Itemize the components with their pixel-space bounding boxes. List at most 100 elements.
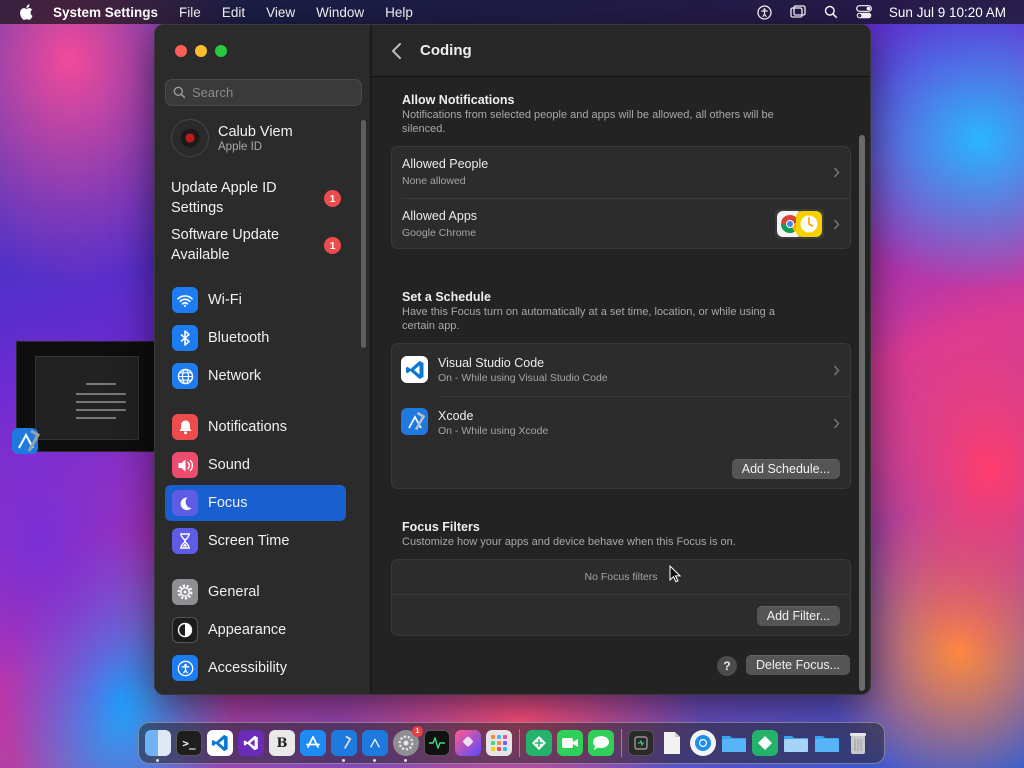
help-button[interactable]: ? [717, 656, 737, 676]
folder-icon[interactable] [721, 730, 747, 756]
sidebar-item-notifications[interactable]: Notifications [165, 409, 346, 445]
sidebar-scrollbar[interactable] [361, 120, 366, 348]
sidebar-item-label: Screen Time [208, 533, 290, 549]
document-icon[interactable] [659, 730, 685, 756]
allowed-apps-row[interactable]: Allowed Apps Google Chrome [392, 199, 850, 250]
menu-help[interactable]: Help [385, 5, 413, 20]
update-apple-id-alert[interactable]: Update Apple ID Settings 1 [171, 178, 351, 218]
focus-filters-heading: Focus Filters [402, 520, 480, 534]
software-update-alert[interactable]: Software Update Available 1 [171, 225, 351, 265]
sidebar-item-network[interactable]: Network [165, 358, 346, 394]
row-title: Xcode [438, 409, 474, 423]
menu-window[interactable]: Window [316, 5, 364, 20]
sidebar-item-screen-time[interactable]: Screen Time [165, 523, 346, 559]
kite-folder-icon[interactable] [752, 730, 778, 756]
bbedit-icon[interactable]: B [269, 730, 295, 756]
visual-studio-icon[interactable] [238, 730, 264, 756]
sidebar-item-focus[interactable]: Focus [165, 485, 346, 521]
schedule-heading: Set a Schedule [402, 290, 491, 304]
menu-bar-clock[interactable]: Sun Jul 9 10:20 AM [889, 5, 1006, 20]
menu-view[interactable]: View [266, 5, 295, 20]
trash-icon[interactable] [845, 730, 871, 756]
menu-bar: System Settings File Edit View Window He… [0, 0, 1024, 24]
console-icon[interactable] [628, 730, 654, 756]
chevron-left-icon[interactable] [390, 42, 404, 60]
moon-icon [172, 490, 198, 516]
notification-badge: 1 [324, 237, 341, 254]
thumbnail-preview [35, 356, 139, 440]
menu-edit[interactable]: Edit [222, 5, 245, 20]
apple-id-profile[interactable]: Calub Viem Apple ID [171, 119, 293, 157]
page-title: Coding [420, 42, 472, 59]
schedule-row-xcode[interactable]: Xcode On - While using Xcode [392, 397, 850, 449]
focus-filters-card: No Focus filters Add Filter... [391, 559, 851, 636]
sidebar-search [165, 79, 362, 106]
mouse-cursor-icon [669, 565, 681, 583]
vscode-icon[interactable] [207, 730, 233, 756]
sidebar-item-wifi[interactable]: Wi-Fi [165, 282, 346, 318]
focus-filters-description: Customize how your apps and device behav… [402, 536, 736, 548]
profile-subtitle: Apple ID [218, 140, 263, 153]
sidebar-item-label: General [208, 584, 260, 600]
sidebar-item-label: Notifications [208, 419, 287, 435]
allowed-apps-icons [775, 209, 824, 239]
sidebar-item-general[interactable]: General [165, 574, 346, 610]
sidebar-item-accessibility[interactable]: Accessibility [165, 650, 346, 686]
avatar [171, 119, 209, 157]
accessibility-status-icon[interactable] [757, 4, 773, 20]
xcode-icon[interactable] [9, 425, 43, 459]
row-subtitle: On - While using Xcode [438, 425, 549, 437]
vscode-icon [401, 356, 428, 383]
sidebar-item-label: Accessibility [208, 660, 287, 676]
sidebar-item-appearance[interactable]: Appearance [165, 612, 346, 648]
delete-focus-button[interactable]: Delete Focus... [746, 655, 851, 675]
spotlight-search-icon[interactable] [823, 4, 839, 20]
dock-separator [519, 729, 520, 757]
apple-logo-icon[interactable] [19, 4, 33, 20]
row-title: Visual Studio Code [438, 356, 545, 370]
add-schedule-button[interactable]: Add Schedule... [731, 459, 840, 479]
accessibility-icon [172, 655, 198, 681]
row-subtitle: Google Chrome [402, 227, 477, 239]
chevron-right-icon [833, 418, 840, 429]
search-input[interactable] [192, 85, 352, 100]
divider [392, 594, 850, 595]
sidebar-item-sound[interactable]: Sound [165, 447, 346, 483]
downloads-folder-icon[interactable] [783, 730, 809, 756]
speaker-icon [172, 452, 198, 478]
xcode-alt-icon[interactable] [362, 730, 388, 762]
app-store-icon[interactable] [300, 730, 326, 756]
activity-monitor-icon[interactable] [424, 730, 450, 756]
add-filter-button[interactable]: Add Filter... [756, 606, 840, 626]
shortcuts-icon[interactable] [455, 730, 481, 756]
folder-icon-2[interactable] [814, 730, 840, 756]
screen-mirroring-icon[interactable] [790, 4, 806, 20]
xcode-icon[interactable] [331, 730, 357, 762]
alert-label: Update Apple ID Settings [171, 180, 277, 216]
terminal-icon[interactable]: >_ [176, 730, 202, 756]
zoom-window-button[interactable] [215, 45, 227, 57]
row-subtitle: None allowed [402, 175, 466, 187]
finder-icon[interactable] [145, 730, 171, 762]
system-settings-icon[interactable]: 1 [393, 726, 423, 762]
messages-icon[interactable] [588, 730, 614, 756]
hourglass-icon [172, 528, 198, 554]
window-controls [175, 45, 227, 57]
menu-file[interactable]: File [179, 5, 201, 20]
kite-icon[interactable] [526, 730, 552, 756]
close-window-button[interactable] [175, 45, 187, 57]
launchpad-icon[interactable] [486, 730, 512, 756]
sidebar-item-bluetooth[interactable]: Bluetooth [165, 320, 346, 356]
toolbar: Coding [372, 25, 870, 77]
content-scrollbar[interactable] [859, 135, 865, 691]
chrome-icon[interactable] [690, 730, 716, 756]
chevron-right-icon [833, 167, 840, 178]
menu-app-name[interactable]: System Settings [53, 5, 158, 20]
allowed-people-row[interactable]: Allowed People None allowed [392, 147, 850, 198]
allow-notifications-description: Notifications from selected people and a… [402, 109, 774, 135]
facetime-icon[interactable] [557, 730, 583, 756]
minimize-window-button[interactable] [195, 45, 207, 57]
control-center-icon[interactable] [856, 4, 872, 20]
allow-notifications-heading: Allow Notifications [402, 93, 515, 107]
schedule-row-vscode[interactable]: Visual Studio Code On - While using Visu… [392, 344, 850, 396]
